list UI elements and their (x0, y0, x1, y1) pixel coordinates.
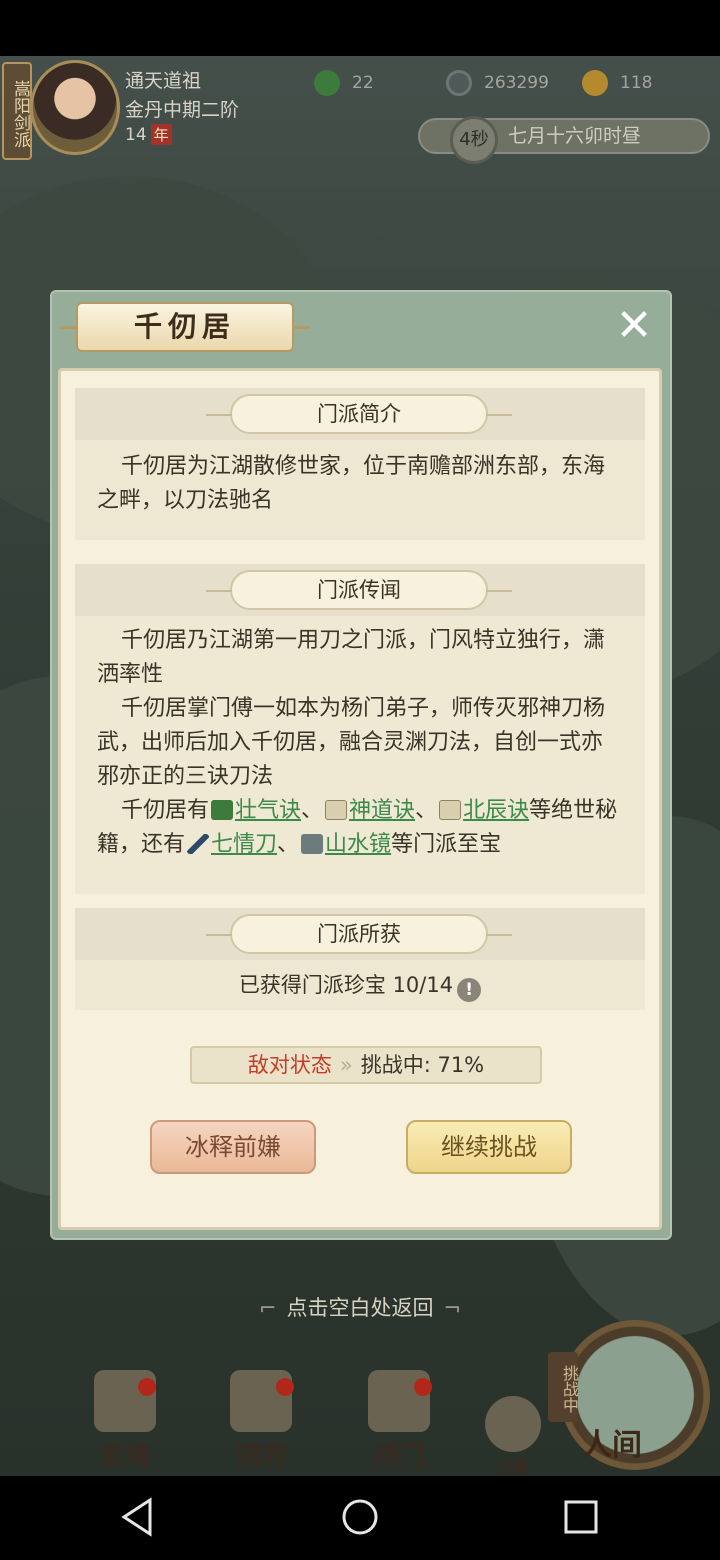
intro-text: 千仞居为江湖散修世家，位于南赡部洲东部，东海之畔，以刀法驰名 (97, 454, 606, 513)
link-qiqing[interactable]: 七情刀 (211, 832, 277, 857)
scroll-icon (325, 800, 348, 820)
intro-header-label: 门派简介 (206, 394, 512, 434)
info-icon[interactable]: ! (457, 978, 482, 1002)
back-icon[interactable] (116, 1494, 162, 1540)
gain-section-header: 门派所获 (75, 908, 645, 960)
continue-challenge-button[interactable]: 继续挑战 (406, 1120, 572, 1174)
coin-value: 263299 (484, 73, 549, 93)
lore-text: 千仞居乃江湖第一用刀之门派，门风特立独行，潇洒率性 千仞居掌门傅一如本为杨门弟子… (97, 624, 622, 862)
nav-xingnang[interactable]: 行囊 (478, 1396, 548, 1477)
lore-header-label: 门派传闻 (206, 570, 512, 610)
home-icon[interactable] (337, 1494, 383, 1540)
status-bar (0, 0, 720, 56)
lore-suffix: 等门派至宝 (391, 832, 502, 857)
book-icon (211, 800, 234, 820)
challenge-progress: 挑战中: 71% (360, 1053, 485, 1077)
power-value: 118 (620, 73, 653, 93)
nav-label: 行囊 (497, 1458, 528, 1476)
blade-icon (187, 834, 210, 854)
jade-resource[interactable]: 22 (314, 70, 374, 96)
power-resource[interactable]: 118 (582, 70, 652, 96)
years-tag: 年 (150, 124, 172, 145)
treasure-label: 已获得门派珍宝 10/14 (238, 973, 454, 997)
scroll-icon (439, 800, 462, 820)
relation-status: 敌对状态 » 挑战中: 71% (190, 1046, 542, 1084)
lore-paragraph-2: 千仞居掌门傅一如本为杨门弟子，师传灭邪神刀杨武，出师后加入千仞居，融合灵渊刀法，… (97, 696, 606, 789)
bag-icon (485, 1396, 541, 1452)
lore-sep: 、 (415, 798, 438, 823)
system-navigation-bar (0, 1476, 720, 1560)
lore-sep: 、 (277, 832, 300, 857)
lore-section-header: 门派传闻 (75, 564, 645, 616)
modal-title: 千仞居 (60, 302, 310, 352)
swirl-right-icon: ¬ (443, 1296, 462, 1320)
challenge-tag: 挑战中 (548, 1352, 579, 1422)
time-countdown: 4秒 (450, 116, 498, 164)
coin-icon (446, 70, 472, 96)
link-zhuangqi[interactable]: 壮气诀 (235, 798, 301, 823)
jade-value: 22 (352, 73, 374, 93)
player-avatar[interactable] (30, 60, 120, 155)
nav-label: 玄境 (98, 1442, 151, 1472)
hostile-status: 敌对状态 (247, 1053, 332, 1077)
sect-badge[interactable]: 嵩阳剑派 (2, 62, 32, 160)
intro-section-header: 门派简介 (75, 388, 645, 440)
chevron-right-icon: » (339, 1053, 353, 1077)
treasure-progress: 已获得门派珍宝 10/14! (75, 960, 645, 1010)
notification-dot (276, 1378, 294, 1396)
notification-dot (414, 1378, 432, 1396)
return-hint-text: 点击空白处返回 (286, 1296, 434, 1320)
lore-p3-prefix: 千仞居有 (121, 798, 210, 823)
player-realm: 金丹中期二阶 (125, 99, 240, 121)
link-shendao[interactable]: 神道诀 (349, 798, 415, 823)
link-beichen[interactable]: 北辰诀 (463, 798, 529, 823)
link-shanshui[interactable]: 山水镜 (325, 832, 391, 857)
mirror-icon (301, 834, 324, 854)
lore-sep: 、 (301, 798, 324, 823)
recent-apps-icon[interactable] (558, 1494, 604, 1540)
lore-scroll-area[interactable]: 千仞居乃江湖第一用刀之门派，门风特立独行，潇洒率性 千仞居掌门傅一如本为杨门弟子… (75, 616, 645, 894)
years-value: 14 (125, 125, 147, 145)
gain-header-label: 门派所获 (206, 914, 512, 954)
return-hint[interactable]: ⌐ 点击空白处返回 ¬ (0, 1292, 720, 1322)
close-icon[interactable]: ✕ (612, 304, 656, 350)
player-years: 14 年 (125, 124, 172, 145)
strength-icon (582, 70, 608, 96)
swirl-left-icon: ⌐ (258, 1296, 277, 1320)
nav-label: 师门 (372, 1442, 425, 1472)
jade-icon (314, 70, 340, 96)
notification-dot (138, 1378, 156, 1396)
lore-paragraph-3: 千仞居有 壮气诀、 神道诀、 北辰诀等绝世秘籍，还有 七情刀、 山水镜等门派至宝 (97, 794, 622, 862)
nav-label: 洞府 (234, 1442, 287, 1472)
lore-paragraph-1: 千仞居乃江湖第一用刀之门派，门风特立独行，潇洒率性 (97, 628, 606, 687)
player-name: 通天道祖 (125, 70, 202, 92)
coin-resource[interactable]: 263299 (446, 70, 549, 96)
human-world-label: 人间 (582, 1428, 642, 1463)
reconcile-button[interactable]: 冰释前嫌 (150, 1120, 316, 1174)
